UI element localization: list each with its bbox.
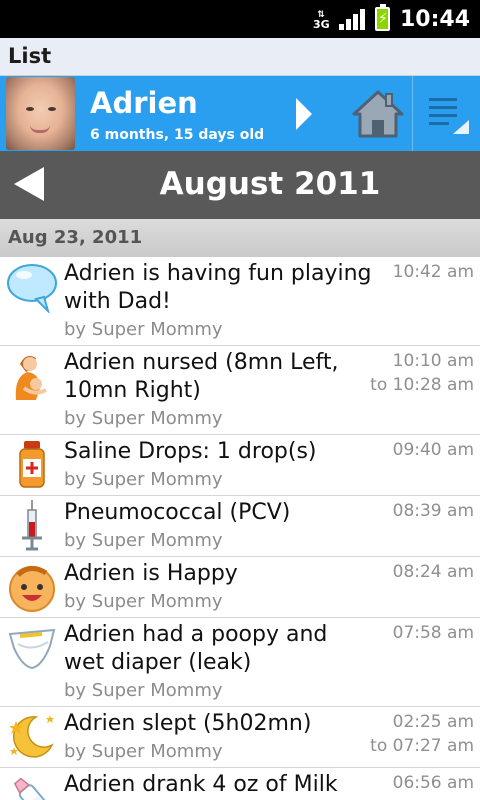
entry-author: by Super Mommy xyxy=(64,408,223,429)
entry-title: Saline Drops: 1 drop(s) xyxy=(64,439,317,464)
date-label: Aug 23, 2011 xyxy=(8,227,143,248)
entry-start-time: 10:42 am xyxy=(392,262,474,282)
medicine-bottle-icon xyxy=(6,439,58,491)
clock-time: 10:44 xyxy=(399,6,470,32)
menu-icon-line xyxy=(429,98,457,101)
entry-time: 06:56 am xyxy=(393,771,474,795)
menu-icon-line xyxy=(429,122,449,125)
list-item[interactable]: Adrien is Happy by Super Mommy 08:24 am xyxy=(0,557,480,618)
nursing-mother-icon xyxy=(6,350,58,402)
child-profile-header[interactable]: Adrien 6 months, 15 days old xyxy=(0,76,480,151)
list-item[interactable]: Adrien nursed (8mn Left, 10mn Right) by … xyxy=(0,346,480,435)
entry-title: Adrien drank 4 oz of Milk xyxy=(64,772,338,797)
entry-author: by Super Mommy xyxy=(64,319,223,340)
battery-charging-icon: ⚡ xyxy=(374,4,390,31)
entry-start-time: 07:58 am xyxy=(392,623,474,643)
baby-bottle-icon xyxy=(6,772,58,800)
avatar-eye-left xyxy=(26,107,34,111)
entry-time: 07:58 am xyxy=(393,621,474,645)
moon-stars-icon xyxy=(6,711,58,763)
menu-button[interactable] xyxy=(412,76,480,151)
entry-title: Adrien is Happy xyxy=(64,561,238,586)
entry-start-time: 02:25 am xyxy=(392,712,474,732)
entry-title: Pneumococcal (PCV) xyxy=(64,500,291,525)
signal-icon xyxy=(338,8,365,30)
entry-start-time: 06:56 am xyxy=(392,773,474,793)
network-type-label: 3G xyxy=(312,18,330,31)
month-title: August 2011 xyxy=(159,166,381,202)
menu-icon-line xyxy=(429,114,457,117)
entry-time: 10:10 am to 10:28 am xyxy=(370,349,474,397)
entry-title: Adrien slept (5h02mn) xyxy=(64,711,312,736)
list-item[interactable]: Adrien slept (5h02mn) by Super Mommy 02:… xyxy=(0,707,480,768)
list-item[interactable]: Pneumococcal (PCV) by Super Mommy 08:39 … xyxy=(0,496,480,557)
app-title: List xyxy=(8,44,52,68)
home-button[interactable] xyxy=(346,76,410,151)
avatar-mouth xyxy=(30,125,50,133)
activity-list[interactable]: Adrien is having fun playing with Dad! b… xyxy=(0,257,480,800)
list-item[interactable]: Adrien drank 4 oz of Milk 06:56 am xyxy=(0,768,480,800)
entry-start-time: 08:24 am xyxy=(392,562,474,582)
entry-start-time: 10:10 am xyxy=(392,351,474,371)
list-item[interactable]: Saline Drops: 1 drop(s) by Super Mommy 0… xyxy=(0,435,480,496)
list-item[interactable]: Adrien is having fun playing with Dad! b… xyxy=(0,257,480,346)
entry-time: 09:40 am xyxy=(393,438,474,462)
entry-end-time: to 10:28 am xyxy=(370,375,474,395)
date-section-header: Aug 23, 2011 xyxy=(0,219,480,257)
3g-icon: ⇅ 3G xyxy=(312,10,330,31)
entry-time: 10:42 am xyxy=(393,260,474,284)
entry-title: Adrien nursed (8mn Left, 10mn Right) xyxy=(64,350,339,403)
entry-title: Adrien had a poopy and wet diaper (leak) xyxy=(64,622,328,675)
month-navigation-bar: August 2011 xyxy=(0,151,480,219)
home-icon xyxy=(352,90,404,137)
entry-author: by Super Mommy xyxy=(64,741,223,762)
syringe-icon xyxy=(6,500,58,552)
avatar-eye-right xyxy=(48,107,56,111)
status-icons: ⇅ 3G ⚡ 10:44 xyxy=(313,0,470,38)
entry-end-time: to 07:27 am xyxy=(370,736,474,756)
list-item[interactable]: Adrien had a poopy and wet diaper (leak)… xyxy=(0,618,480,707)
entry-time: 08:24 am xyxy=(393,560,474,584)
entry-time: 08:39 am xyxy=(393,499,474,523)
entry-author: by Super Mommy xyxy=(64,530,223,551)
status-bar: ⇅ 3G ⚡ 10:44 xyxy=(0,0,480,38)
entry-start-time: 08:39 am xyxy=(392,501,474,521)
menu-icon-line xyxy=(429,106,457,109)
next-child-arrow-icon[interactable] xyxy=(296,98,312,130)
app-title-bar: List xyxy=(0,38,480,76)
entry-author: by Super Mommy xyxy=(64,680,223,701)
entry-time: 02:25 am to 07:27 am xyxy=(370,710,474,758)
diaper-icon xyxy=(6,622,58,674)
child-age: 6 months, 15 days old xyxy=(90,127,265,143)
child-avatar[interactable] xyxy=(6,77,75,150)
entry-start-time: 09:40 am xyxy=(392,440,474,460)
speech-bubble-icon xyxy=(6,261,58,315)
entry-author: by Super Mommy xyxy=(64,591,223,612)
entry-author: by Super Mommy xyxy=(64,469,223,490)
menu-corner-icon xyxy=(453,120,469,134)
entry-title: Adrien is having fun playing with Dad! xyxy=(64,261,372,314)
child-name: Adrien xyxy=(90,86,198,120)
happy-baby-face-icon xyxy=(6,561,58,613)
